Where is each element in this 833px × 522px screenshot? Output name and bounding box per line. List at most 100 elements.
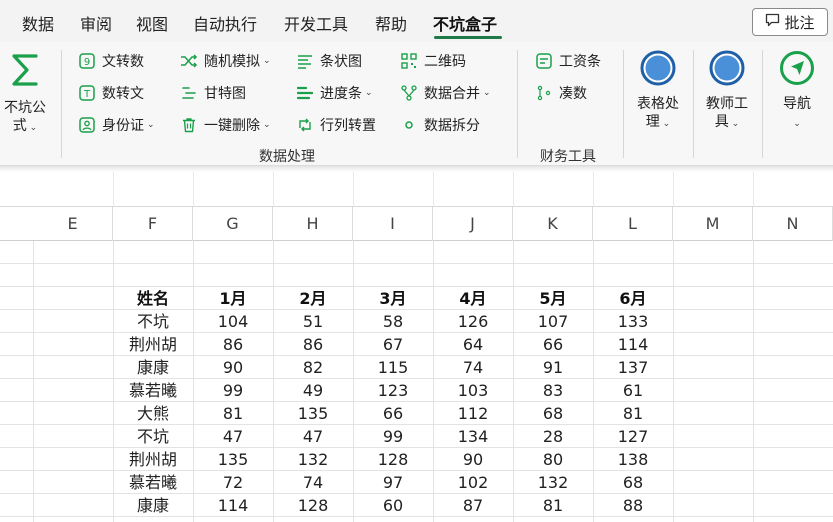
comment-button[interactable]: 批注 <box>752 8 828 36</box>
table-cell-m5[interactable]: 80 <box>513 448 593 471</box>
random-simulate-button[interactable]: 随机模拟 ⌄ <box>180 50 271 72</box>
column-header-f[interactable]: F <box>113 207 193 241</box>
header-cell-m1[interactable]: 1月 <box>193 287 273 310</box>
table-cell-m2[interactable]: 74 <box>273 471 353 494</box>
header-cell-m2[interactable]: 2月 <box>273 287 353 310</box>
table-cell-m5[interactable]: 68 <box>513 402 593 425</box>
table-cell-name[interactable]: 康康 <box>113 356 193 379</box>
text-to-number-button[interactable]: 9 文转数 <box>78 50 144 72</box>
table-cell-m5[interactable]: 91 <box>513 356 593 379</box>
tab-review[interactable]: 审阅 <box>80 11 112 35</box>
table-cell-m4[interactable]: 126 <box>433 310 513 333</box>
table-cell-m5[interactable]: 83 <box>513 379 593 402</box>
column-header-j[interactable]: J <box>433 207 513 241</box>
table-cell-m5[interactable]: 28 <box>513 425 593 448</box>
table-cell-m3[interactable]: 58 <box>353 310 433 333</box>
table-cell-name[interactable]: 慕若曦 <box>113 379 193 402</box>
header-cell-m3[interactable]: 3月 <box>353 287 433 310</box>
table-cell-m5[interactable]: 66 <box>513 333 593 356</box>
table-cell-name[interactable]: 荆州胡 <box>113 333 193 356</box>
table-cell-m5[interactable]: 132 <box>513 471 593 494</box>
table-cell-m3[interactable]: 97 <box>353 471 433 494</box>
table-cell-m2[interactable]: 86 <box>273 333 353 356</box>
header-cell-m6[interactable]: 6月 <box>593 287 673 310</box>
transpose-button[interactable]: 行列转置 <box>296 114 376 136</box>
table-cell-m6[interactable]: 127 <box>593 425 673 448</box>
teacher-tools-button[interactable]: 教师工 具 ⌄ <box>699 50 755 133</box>
header-cell-m5[interactable]: 5月 <box>513 287 593 310</box>
column-header-m[interactable]: M <box>673 207 753 241</box>
tab-bukeng-box[interactable]: 不坑盒子 <box>433 11 497 35</box>
table-cell-m6[interactable]: 114 <box>593 333 673 356</box>
payslip-button[interactable]: 工资条 <box>535 50 601 72</box>
tab-developer[interactable]: 开发工具 <box>284 11 348 35</box>
number-to-text-button[interactable]: T 数转文 <box>78 82 144 104</box>
table-cell-m6[interactable]: 88 <box>593 494 673 517</box>
table-cell-m3[interactable]: 123 <box>353 379 433 402</box>
table-cell-m4[interactable]: 102 <box>433 471 513 494</box>
table-cell-name[interactable]: 不坑 <box>113 425 193 448</box>
table-cell-name[interactable]: 大熊 <box>113 402 193 425</box>
table-processing-button[interactable]: 表格处 理 ⌄ <box>630 50 686 133</box>
table-cell-name[interactable]: 慕若曦 <box>113 471 193 494</box>
header-cell-name[interactable]: 姓名 <box>113 287 193 310</box>
tab-automate[interactable]: 自动执行 <box>193 11 257 35</box>
table-cell-m4[interactable]: 90 <box>433 448 513 471</box>
bukeng-formula-button[interactable]: 不坑公 式 ⌄ <box>0 50 50 137</box>
table-cell-m2[interactable]: 82 <box>273 356 353 379</box>
table-cell-m4[interactable]: 64 <box>433 333 513 356</box>
table-cell-m2[interactable]: 51 <box>273 310 353 333</box>
gantt-chart-button[interactable]: 甘特图 <box>180 82 246 104</box>
table-cell-m4[interactable]: 134 <box>433 425 513 448</box>
table-cell-m2[interactable]: 132 <box>273 448 353 471</box>
table-cell-m1[interactable]: 86 <box>193 333 273 356</box>
table-cell-m1[interactable]: 99 <box>193 379 273 402</box>
id-card-button[interactable]: 身份证 ⌄ <box>78 114 155 136</box>
table-cell-m1[interactable]: 47 <box>193 425 273 448</box>
make-up-number-button[interactable]: 凑数 <box>535 82 587 104</box>
table-cell-m3[interactable]: 115 <box>353 356 433 379</box>
table-cell-m2[interactable]: 49 <box>273 379 353 402</box>
progress-bar-button[interactable]: 进度条 ⌄ <box>296 82 373 104</box>
column-header-h[interactable]: H <box>273 207 353 241</box>
table-cell-m1[interactable]: 104 <box>193 310 273 333</box>
table-cell-name[interactable]: 康康 <box>113 494 193 517</box>
one-click-delete-button[interactable]: 一键删除 ⌄ <box>180 114 271 136</box>
table-cell-m3[interactable]: 67 <box>353 333 433 356</box>
column-header-i[interactable]: I <box>353 207 433 241</box>
data-split-button[interactable]: 数据拆分 <box>400 114 480 136</box>
table-cell-m2[interactable]: 135 <box>273 402 353 425</box>
column-header-l[interactable]: L <box>593 207 673 241</box>
table-cell-m3[interactable]: 99 <box>353 425 433 448</box>
table-cell-m4[interactable]: 74 <box>433 356 513 379</box>
table-cell-m1[interactable]: 90 <box>193 356 273 379</box>
column-header-g[interactable]: G <box>193 207 273 241</box>
table-cell-m6[interactable]: 81 <box>593 402 673 425</box>
table-cell-m2[interactable]: 47 <box>273 425 353 448</box>
table-cell-m3[interactable]: 66 <box>353 402 433 425</box>
table-cell-m6[interactable]: 138 <box>593 448 673 471</box>
table-cell-m1[interactable]: 114 <box>193 494 273 517</box>
table-cell-m3[interactable]: 60 <box>353 494 433 517</box>
tab-help[interactable]: 帮助 <box>375 11 407 35</box>
table-cell-m5[interactable]: 107 <box>513 310 593 333</box>
table-cell-m1[interactable]: 81 <box>193 402 273 425</box>
tab-view[interactable]: 视图 <box>136 11 168 35</box>
table-cell-m4[interactable]: 103 <box>433 379 513 402</box>
table-cell-m2[interactable]: 128 <box>273 494 353 517</box>
column-header-n[interactable]: N <box>753 207 833 241</box>
navigation-button[interactable]: 导航 ⌄ <box>770 50 824 133</box>
column-header-k[interactable]: K <box>513 207 593 241</box>
table-cell-m1[interactable]: 135 <box>193 448 273 471</box>
sheet-grid[interactable]: 姓名 1月 2月 3月 4月 5月 6月 不坑 104 51 58 126 107 133 荆… <box>0 241 833 522</box>
table-cell-m4[interactable]: 112 <box>433 402 513 425</box>
header-cell-m4[interactable]: 4月 <box>433 287 513 310</box>
table-cell-m6[interactable]: 61 <box>593 379 673 402</box>
table-cell-m6[interactable]: 133 <box>593 310 673 333</box>
table-cell-m4[interactable]: 87 <box>433 494 513 517</box>
tab-data[interactable]: 数据 <box>22 11 54 35</box>
column-header-e[interactable]: E <box>33 207 113 241</box>
table-cell-m3[interactable]: 128 <box>353 448 433 471</box>
table-cell-name[interactable]: 荆州胡 <box>113 448 193 471</box>
bar-chart-button[interactable]: 条状图 <box>296 50 362 72</box>
